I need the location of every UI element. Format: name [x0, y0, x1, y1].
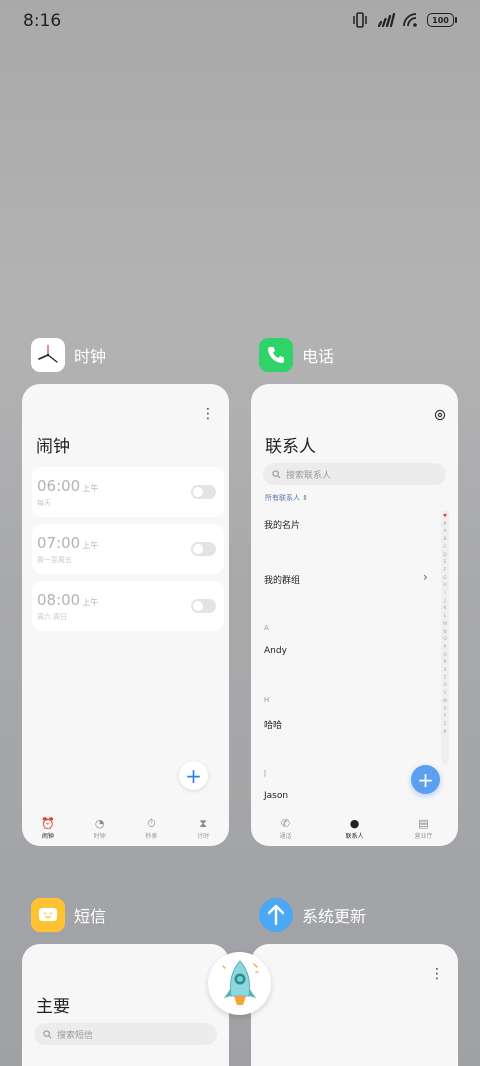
clock-tab-icon: ◔	[94, 817, 105, 830]
alarm-toggle[interactable]	[191, 542, 216, 556]
more-icon[interactable]: ⋮	[201, 406, 215, 422]
status-time: 8:16	[23, 11, 62, 31]
alarm-toggle[interactable]	[191, 599, 216, 613]
tab-contacts[interactable]: ● 联系人	[335, 817, 375, 841]
alarm-time: 08:00	[37, 591, 81, 609]
clock-app-card[interactable]: ⋮ 闹钟 06:00 上午 每天 07:00 上午 周一至周五 08:00 上午 周六…	[22, 384, 229, 846]
page-title: 联系人	[265, 437, 316, 457]
alarm-toggle[interactable]	[191, 485, 216, 499]
tab-clock[interactable]: ◔ 时钟	[80, 817, 120, 841]
contact-row[interactable]: Jason	[264, 791, 288, 801]
alphabet-index[interactable]: ♥ # A B C D E F G H I J K L M N O P Q R …	[441, 510, 449, 764]
page-title: 闹钟	[36, 437, 70, 457]
settings-icon[interactable]	[434, 409, 446, 421]
more-icon[interactable]: ⋮	[430, 966, 444, 982]
update-app-header[interactable]: 系统更新	[259, 898, 366, 932]
alarm-time: 06:00	[37, 477, 81, 495]
search-icon	[43, 1029, 52, 1038]
contact-row[interactable]: 哈哈	[264, 718, 282, 731]
clock-app-header[interactable]: 时钟	[31, 338, 106, 372]
alarm-item[interactable]: 06:00 上午 每天	[32, 467, 224, 517]
sms-app-card[interactable]: 主要 搜索短信	[22, 944, 229, 1066]
alarm-item[interactable]: 08:00 上午 周六 周日	[32, 581, 224, 631]
clock-icon	[31, 338, 65, 372]
wifi-icon	[403, 13, 417, 27]
alarm-repeat: 周六 周日	[37, 613, 68, 621]
message-icon	[31, 898, 65, 932]
update-app-card[interactable]: ⋮	[251, 944, 458, 1066]
store-icon: ▤	[418, 817, 429, 830]
section-letter: J	[264, 769, 267, 777]
phone-app-card[interactable]: 联系人 搜索联系人 所有联系人 ⇕ 我的名片 我的群组 › A Andy H 哈…	[251, 384, 458, 846]
update-app-name: 系统更新	[302, 907, 367, 926]
hourglass-icon: ⧗	[199, 817, 207, 830]
phone-app-name: 电话	[302, 347, 335, 366]
alarm-repeat: 周一至周五	[37, 556, 72, 564]
tab-alarm[interactable]: ⏰ 闹钟	[28, 817, 68, 841]
search-icon	[272, 469, 281, 478]
battery-icon: 100	[427, 13, 457, 27]
chevron-right-icon: ›	[423, 570, 428, 584]
alarm-repeat: 每天	[37, 499, 51, 507]
alarm-ampm: 上午	[82, 541, 99, 550]
section-letter: H	[264, 696, 270, 704]
my-card-row[interactable]: 我的名片	[264, 518, 300, 531]
my-groups-row[interactable]: 我的群组	[264, 573, 300, 586]
contacts-filter[interactable]: 所有联系人 ⇕	[265, 493, 308, 503]
rocket-icon	[221, 959, 259, 1005]
section-letter: A	[264, 624, 269, 632]
alarm-time: 07:00	[37, 534, 81, 552]
phone-icon	[259, 338, 293, 372]
floating-rocket-button[interactable]	[208, 952, 271, 1015]
alarm-item[interactable]: 07:00 上午 周一至周五	[32, 524, 224, 574]
status-bar: 8:16 100	[0, 0, 480, 44]
clock-tab-bar: ⏰ 闹钟 ◔ 时钟 ⏱ 秒表 ⧗ 计时	[22, 817, 229, 841]
contact-row[interactable]: Andy	[264, 646, 287, 656]
signal-icon	[377, 13, 395, 27]
tab-calls[interactable]: ✆ 通话	[266, 817, 306, 841]
sms-search-input[interactable]: 搜索短信	[34, 1023, 217, 1045]
tab-stopwatch[interactable]: ⏱ 秒表	[131, 817, 171, 841]
alarm-ampm: 上午	[82, 598, 99, 607]
search-input[interactable]: 搜索联系人	[263, 463, 446, 485]
status-icons: 100	[351, 12, 457, 28]
alarm-ampm: 上午	[82, 484, 99, 493]
tab-service-hall[interactable]: ▤ 营业厅	[404, 817, 444, 841]
sms-app-name: 短信	[74, 907, 107, 926]
add-contact-button[interactable]: +	[411, 765, 440, 794]
alarm-icon: ⏰	[41, 817, 55, 830]
add-alarm-button[interactable]: +	[179, 761, 208, 790]
page-title: 主要	[36, 997, 70, 1017]
vibrate-icon	[353, 12, 367, 28]
arrow-up-icon	[259, 898, 293, 932]
phone-tab-bar: ✆ 通话 ● 联系人 ▤ 营业厅	[251, 817, 458, 841]
clock-app-name: 时钟	[74, 347, 107, 366]
search-placeholder: 搜索短信	[57, 1030, 94, 1041]
stopwatch-icon: ⏱	[147, 817, 156, 830]
search-placeholder: 搜索联系人	[286, 470, 332, 481]
phone-tab-icon: ✆	[280, 817, 291, 830]
person-icon: ●	[349, 817, 360, 830]
tab-timer[interactable]: ⧗ 计时	[183, 817, 223, 841]
phone-app-header[interactable]: 电话	[259, 338, 334, 372]
sms-app-header[interactable]: 短信	[31, 898, 106, 932]
